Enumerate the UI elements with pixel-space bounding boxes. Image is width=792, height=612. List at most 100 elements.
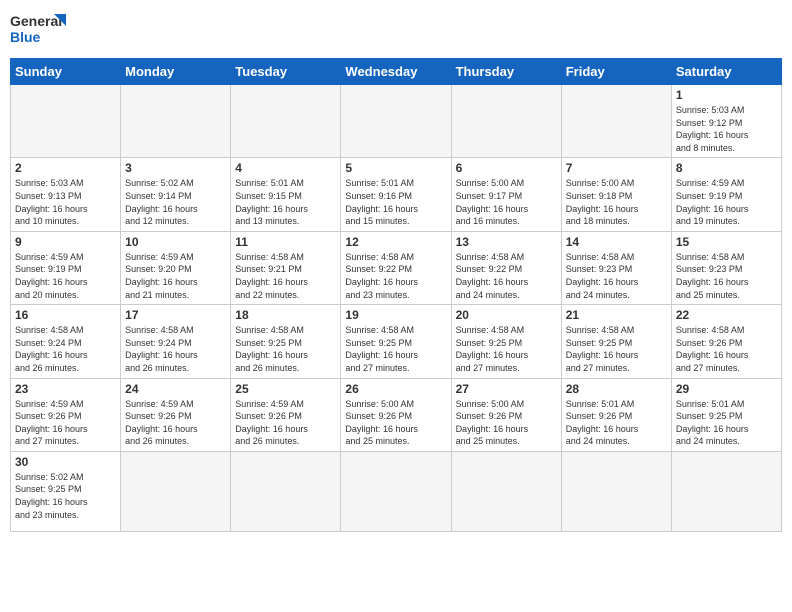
calendar-cell: 30 Sunrise: 5:02 AM Sunset: 9:25 PM Dayli… xyxy=(11,451,121,531)
day-info: Sunrise: 4:58 AM Sunset: 9:25 PM Dayligh… xyxy=(566,324,667,374)
day-info: Sunrise: 5:00 AM Sunset: 9:26 PM Dayligh… xyxy=(456,398,557,448)
day-number: 29 xyxy=(676,382,777,396)
day-info: Sunrise: 4:58 AM Sunset: 9:22 PM Dayligh… xyxy=(456,251,557,301)
column-header-saturday: Saturday xyxy=(671,59,781,85)
day-info: Sunrise: 4:58 AM Sunset: 9:26 PM Dayligh… xyxy=(676,324,777,374)
calendar-cell xyxy=(561,451,671,531)
calendar-cell: 14Sunrise: 4:58 AM Sunset: 9:23 PM Dayli… xyxy=(561,231,671,304)
calendar-week-4: 23 Sunrise: 4:59 AM Sunset: 9:26 PM Dayli… xyxy=(11,378,782,451)
day-number: 26 xyxy=(345,382,446,396)
day-info: Sunrise: 4:58 AM Sunset: 9:21 PM Dayligh… xyxy=(235,251,336,301)
day-number: 7 xyxy=(566,161,667,175)
logo-svg: GeneralBlue xyxy=(10,10,70,50)
column-header-tuesday: Tuesday xyxy=(231,59,341,85)
day-number: 18 xyxy=(235,308,336,322)
calendar-cell: 28 Sunrise: 5:01 AM Sunset: 9:26 PM Dayli… xyxy=(561,378,671,451)
day-info: Sunrise: 4:58 AM Sunset: 9:22 PM Dayligh… xyxy=(345,251,446,301)
column-header-monday: Monday xyxy=(121,59,231,85)
day-info: Sunrise: 4:58 AM Sunset: 9:25 PM Dayligh… xyxy=(345,324,446,374)
calendar-cell: 1 Sunrise: 5:03 AM Sunset: 9:12 PM Daylig… xyxy=(671,85,781,158)
calendar-cell: 22 Sunrise: 4:58 AM Sunset: 9:26 PM Dayli… xyxy=(671,305,781,378)
day-number: 4 xyxy=(235,161,336,175)
calendar-cell xyxy=(451,85,561,158)
calendar-cell: 2 Sunrise: 5:03 AM Sunset: 9:13 PM Daylig… xyxy=(11,158,121,231)
calendar-week-5: 30 Sunrise: 5:02 AM Sunset: 9:25 PM Dayli… xyxy=(11,451,782,531)
calendar-cell xyxy=(671,451,781,531)
calendar-cell: 6 Sunrise: 5:00 AM Sunset: 9:17 PM Daylig… xyxy=(451,158,561,231)
day-number: 10 xyxy=(125,235,226,249)
svg-text:General: General xyxy=(10,13,62,29)
column-header-friday: Friday xyxy=(561,59,671,85)
calendar-cell xyxy=(11,85,121,158)
calendar-cell: 19 Sunrise: 4:58 AM Sunset: 9:25 PM Dayli… xyxy=(341,305,451,378)
calendar-cell: 11 Sunrise: 4:58 AM Sunset: 9:21 PM Dayli… xyxy=(231,231,341,304)
day-info: Sunrise: 5:02 AM Sunset: 9:14 PM Dayligh… xyxy=(125,177,226,227)
calendar-week-0: 1 Sunrise: 5:03 AM Sunset: 9:12 PM Daylig… xyxy=(11,85,782,158)
day-info: Sunrise: 4:59 AM Sunset: 9:19 PM Dayligh… xyxy=(676,177,777,227)
day-number: 24 xyxy=(125,382,226,396)
day-number: 1 xyxy=(676,88,777,102)
day-number: 30 xyxy=(15,455,116,469)
calendar-week-1: 2 Sunrise: 5:03 AM Sunset: 9:13 PM Daylig… xyxy=(11,158,782,231)
calendar-cell: 17Sunrise: 4:58 AM Sunset: 9:24 PM Dayli… xyxy=(121,305,231,378)
day-number: 27 xyxy=(456,382,557,396)
calendar-cell: 3 Sunrise: 5:02 AM Sunset: 9:14 PM Daylig… xyxy=(121,158,231,231)
day-number: 5 xyxy=(345,161,446,175)
header-row: SundayMondayTuesdayWednesdayThursdayFrid… xyxy=(11,59,782,85)
calendar-cell xyxy=(451,451,561,531)
day-number: 13 xyxy=(456,235,557,249)
day-info: Sunrise: 5:03 AM Sunset: 9:13 PM Dayligh… xyxy=(15,177,116,227)
calendar-cell: 18Sunrise: 4:58 AM Sunset: 9:25 PM Dayli… xyxy=(231,305,341,378)
day-info: Sunrise: 5:00 AM Sunset: 9:18 PM Dayligh… xyxy=(566,177,667,227)
day-info: Sunrise: 4:59 AM Sunset: 9:26 PM Dayligh… xyxy=(125,398,226,448)
column-header-sunday: Sunday xyxy=(11,59,121,85)
day-number: 8 xyxy=(676,161,777,175)
day-info: Sunrise: 4:58 AM Sunset: 9:24 PM Dayligh… xyxy=(15,324,116,374)
day-number: 20 xyxy=(456,308,557,322)
calendar-week-2: 9Sunrise: 4:59 AM Sunset: 9:19 PM Daylig… xyxy=(11,231,782,304)
day-info: Sunrise: 5:00 AM Sunset: 9:17 PM Dayligh… xyxy=(456,177,557,227)
day-number: 3 xyxy=(125,161,226,175)
day-number: 28 xyxy=(566,382,667,396)
day-info: Sunrise: 5:01 AM Sunset: 9:26 PM Dayligh… xyxy=(566,398,667,448)
calendar-cell: 21 Sunrise: 4:58 AM Sunset: 9:25 PM Dayli… xyxy=(561,305,671,378)
day-number: 22 xyxy=(676,308,777,322)
day-info: Sunrise: 4:58 AM Sunset: 9:25 PM Dayligh… xyxy=(456,324,557,374)
day-number: 11 xyxy=(235,235,336,249)
day-number: 17 xyxy=(125,308,226,322)
day-number: 2 xyxy=(15,161,116,175)
calendar-cell: 13 Sunrise: 4:58 AM Sunset: 9:22 PM Dayli… xyxy=(451,231,561,304)
calendar-cell: 20 Sunrise: 4:58 AM Sunset: 9:25 PM Dayli… xyxy=(451,305,561,378)
calendar-cell: 24 Sunrise: 4:59 AM Sunset: 9:26 PM Dayli… xyxy=(121,378,231,451)
day-number: 9 xyxy=(15,235,116,249)
day-info: Sunrise: 4:59 AM Sunset: 9:20 PM Dayligh… xyxy=(125,251,226,301)
day-info: Sunrise: 4:58 AM Sunset: 9:23 PM Dayligh… xyxy=(676,251,777,301)
day-info: Sunrise: 4:59 AM Sunset: 9:26 PM Dayligh… xyxy=(15,398,116,448)
column-header-thursday: Thursday xyxy=(451,59,561,85)
calendar-cell: 7 Sunrise: 5:00 AM Sunset: 9:18 PM Daylig… xyxy=(561,158,671,231)
day-info: Sunrise: 5:01 AM Sunset: 9:15 PM Dayligh… xyxy=(235,177,336,227)
day-info: Sunrise: 4:58 AM Sunset: 9:23 PM Dayligh… xyxy=(566,251,667,301)
calendar-week-3: 16Sunrise: 4:58 AM Sunset: 9:24 PM Dayli… xyxy=(11,305,782,378)
day-number: 21 xyxy=(566,308,667,322)
calendar-cell: 27 Sunrise: 5:00 AM Sunset: 9:26 PM Dayli… xyxy=(451,378,561,451)
column-header-wednesday: Wednesday xyxy=(341,59,451,85)
day-number: 23 xyxy=(15,382,116,396)
calendar-cell: 29Sunrise: 5:01 AM Sunset: 9:25 PM Dayli… xyxy=(671,378,781,451)
calendar-cell xyxy=(121,451,231,531)
calendar-cell: 26Sunrise: 5:00 AM Sunset: 9:26 PM Dayli… xyxy=(341,378,451,451)
calendar-cell: 10 Sunrise: 4:59 AM Sunset: 9:20 PM Dayli… xyxy=(121,231,231,304)
day-info: Sunrise: 5:02 AM Sunset: 9:25 PM Dayligh… xyxy=(15,471,116,521)
day-number: 12 xyxy=(345,235,446,249)
day-number: 6 xyxy=(456,161,557,175)
calendar-cell xyxy=(341,85,451,158)
calendar-cell: 15Sunrise: 4:58 AM Sunset: 9:23 PM Dayli… xyxy=(671,231,781,304)
svg-text:Blue: Blue xyxy=(10,29,41,45)
day-number: 25 xyxy=(235,382,336,396)
calendar-cell: 16Sunrise: 4:58 AM Sunset: 9:24 PM Dayli… xyxy=(11,305,121,378)
calendar-table: SundayMondayTuesdayWednesdayThursdayFrid… xyxy=(10,58,782,532)
day-info: Sunrise: 5:03 AM Sunset: 9:12 PM Dayligh… xyxy=(676,104,777,154)
page-header: GeneralBlue xyxy=(10,10,782,50)
calendar-cell: 9Sunrise: 4:59 AM Sunset: 9:19 PM Daylig… xyxy=(11,231,121,304)
day-number: 19 xyxy=(345,308,446,322)
